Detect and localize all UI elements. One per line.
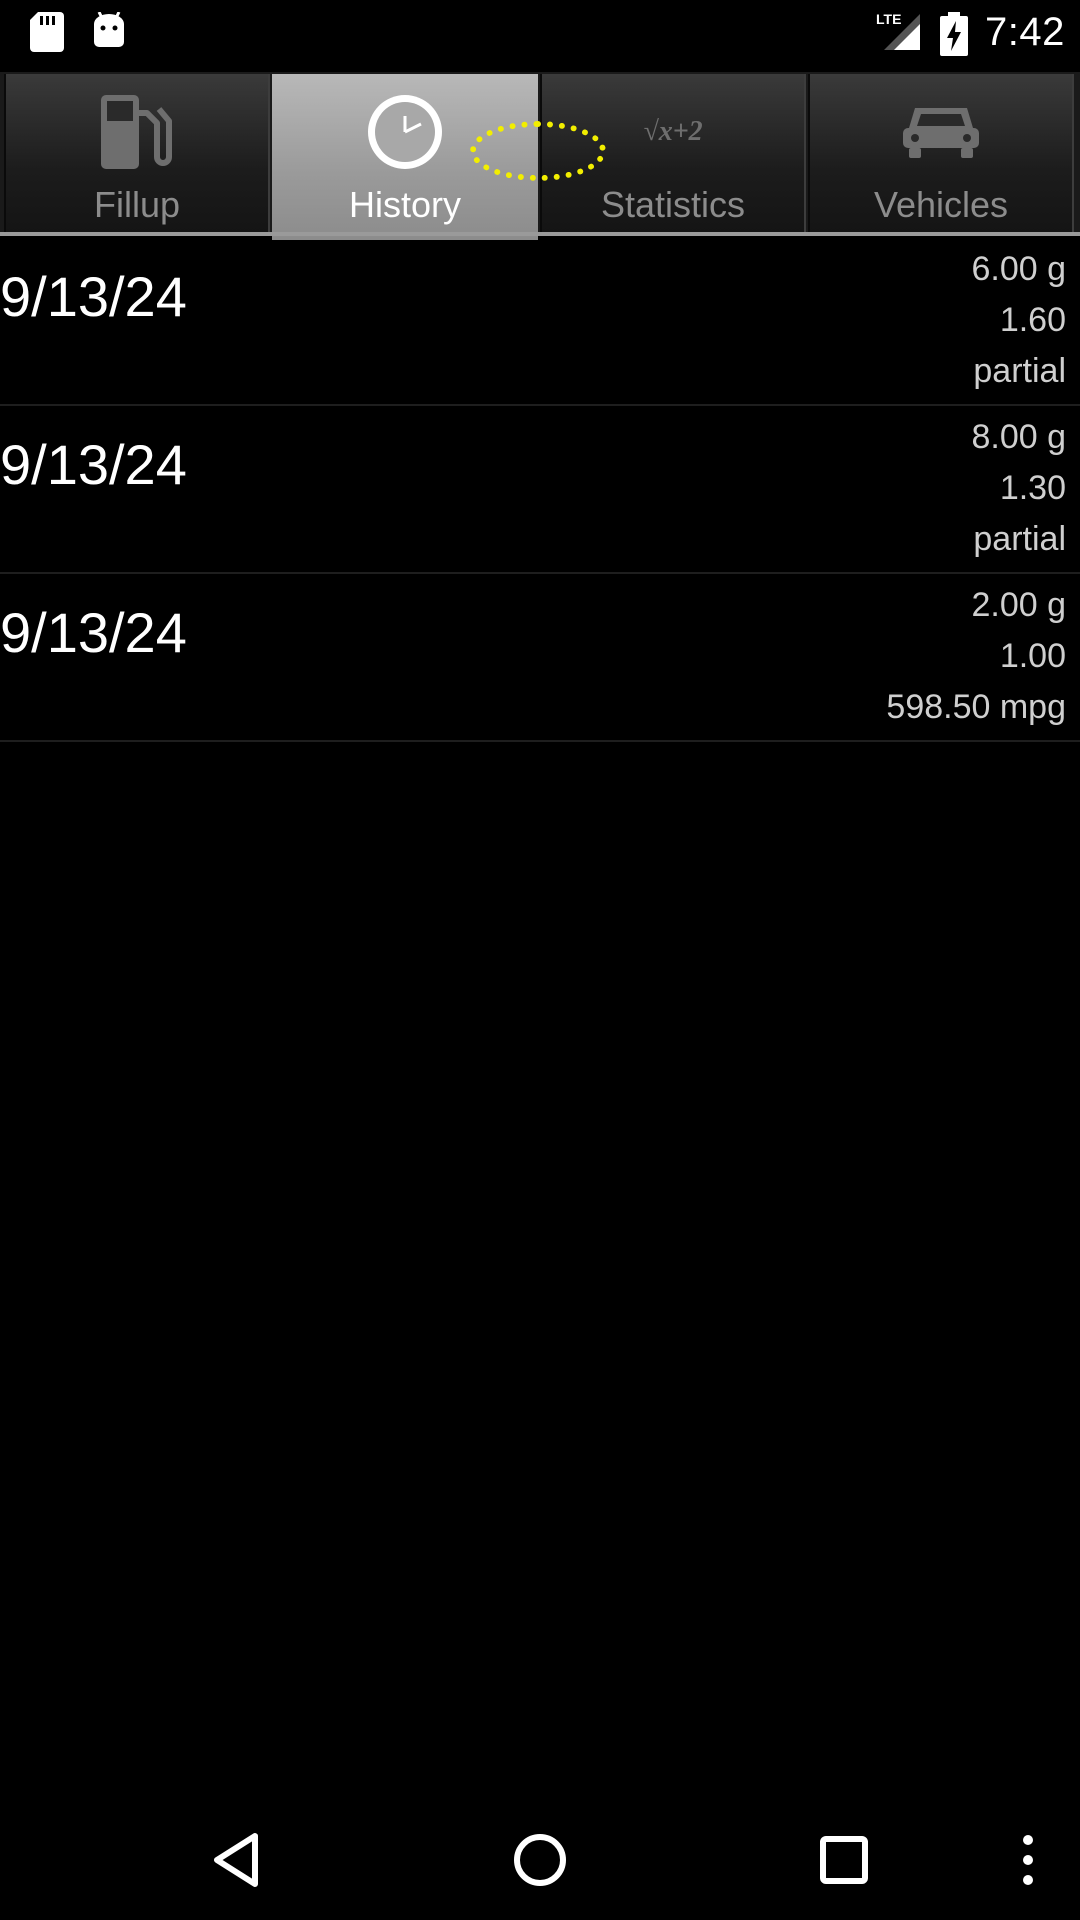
fillup-economy: partial [973,520,1066,558]
tab-label: Vehicles [873,184,1009,225]
fillup-date: 9/13/24 [0,601,187,664]
fillup-values: 8.00 g 1.30 partial [971,412,1066,565]
tab-label: Statistics [600,184,746,225]
fillup-values: 6.00 g 1.60 partial [971,244,1066,397]
recents-icon[interactable] [804,1822,884,1898]
fillup-date: 9/13/24 [0,265,187,328]
home-icon[interactable] [500,1822,580,1898]
back-icon[interactable] [196,1822,276,1898]
fillup-price: 1.30 [999,469,1066,507]
fuel-pump-icon [6,90,268,174]
fillup-economy: partial [973,352,1066,390]
history-list: 9/13/24 6.00 g 1.60 partial 9/13/24 8.00… [0,238,1080,742]
fillup-values: 2.00 g 1.00 598.50 mpg [886,580,1066,733]
car-icon [810,90,1072,174]
fillup-gallons: 8.00 g [971,418,1066,456]
fillup-price: 1.00 [999,637,1066,675]
navigation-bar [0,1800,1080,1920]
tab-label: History [348,184,461,225]
history-row[interactable]: 9/13/24 2.00 g 1.00 598.50 mpg [0,574,1080,742]
fillup-gallons: 6.00 g [971,250,1066,288]
tab-label: Fillup [93,184,181,225]
battery-charging-icon [940,12,968,61]
svg-text:LTE: LTE [876,11,901,27]
annotation-ring [470,121,606,181]
fillup-gallons: 2.00 g [971,586,1066,624]
status-time: 7:42 [985,10,1065,54]
android-icon [92,11,126,53]
history-row[interactable]: 9/13/24 8.00 g 1.30 partial [0,406,1080,574]
fillup-price: 1.60 [999,301,1066,339]
tab-bar-divider [0,232,1080,236]
status-bar: LTE 7:42 [0,0,1080,72]
tab-fillup[interactable]: Fillup [4,74,270,234]
tab-vehicles[interactable]: Vehicles [808,74,1074,234]
history-row[interactable]: 9/13/24 6.00 g 1.60 partial [0,238,1080,406]
fillup-economy: 598.50 mpg [886,688,1066,726]
fillup-date: 9/13/24 [0,433,187,496]
overflow-menu-icon[interactable] [988,1822,1068,1898]
lte-signal-icon: LTE [876,10,922,57]
sd-card-icon [30,12,64,57]
